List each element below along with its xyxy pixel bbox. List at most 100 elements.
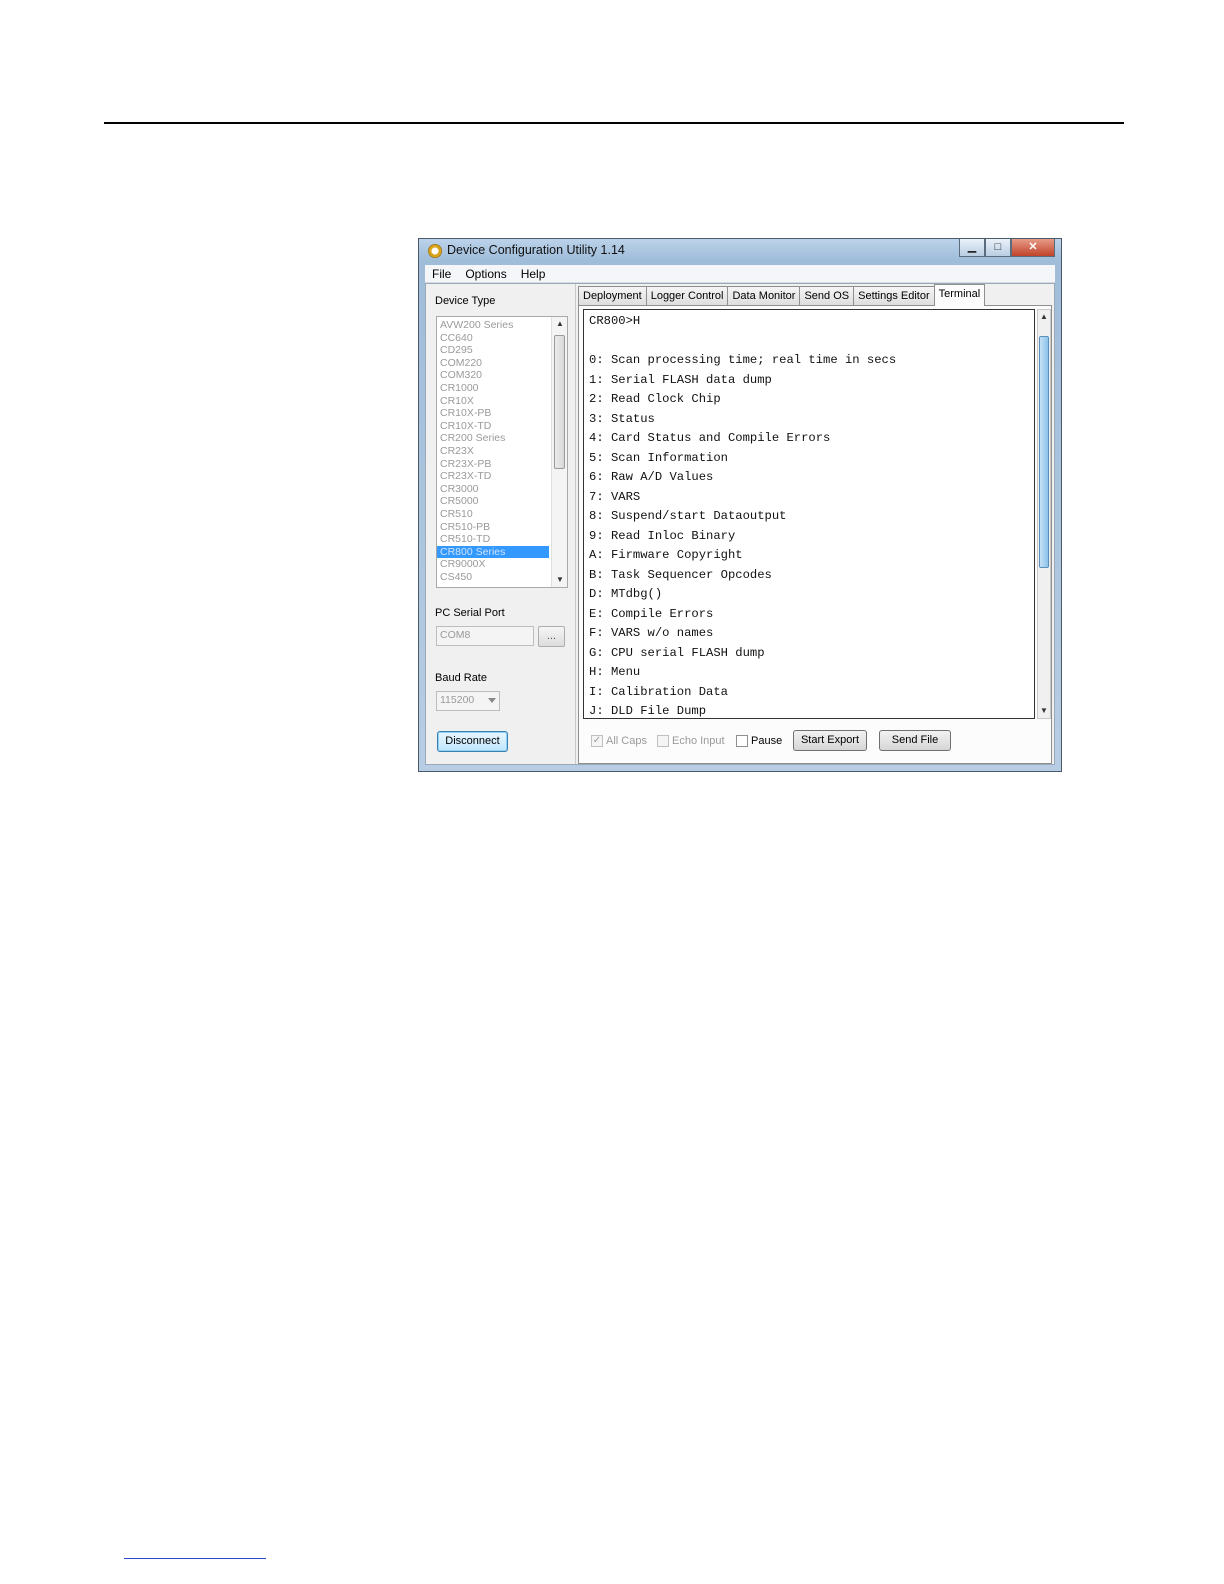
device-panel: Device Type AVW200 Series CC640 CD295 COM22… (426, 284, 576, 764)
scroll-thumb[interactable] (554, 335, 565, 469)
device-list-item[interactable]: CR200 Series (437, 432, 549, 445)
device-list-items: AVW200 Series CC640 CD295 COM220 COM320 CR100… (437, 319, 549, 583)
terminal-line: 3: Status (589, 411, 655, 426)
terminal-line: G: CPU serial FLASH dump (589, 645, 765, 660)
tab-strip: Deployment Logger Control Data Monitor Send… (578, 284, 986, 306)
tab-settings-editor[interactable]: Settings Editor (853, 286, 935, 306)
device-type-list[interactable]: AVW200 Series CC640 CD295 COM220 COM320 CR100… (436, 316, 568, 588)
all-caps-box[interactable]: ✓ (591, 735, 603, 747)
terminal-line: 6: Raw A/D Values (589, 470, 714, 484)
device-list-item[interactable]: CR23X-TD (437, 470, 549, 483)
device-list-item[interactable]: CR1000 (437, 382, 549, 395)
terminal-line: 1: Serial FLASH data dump (589, 372, 772, 387)
device-list-item[interactable]: CR510 (437, 508, 549, 521)
scroll-up-icon[interactable]: ▲ (552, 317, 567, 331)
device-list-item[interactable]: CD295 (437, 344, 549, 357)
baud-rate-label: Baud Rate (435, 672, 487, 684)
maximize-icon[interactable]: □ (985, 239, 1011, 257)
title-bar[interactable]: Device Configuration Utility 1.14 ▁ □ ✕ (419, 239, 1061, 263)
pause-label: Pause (751, 735, 783, 747)
echo-input-label: Echo Input (672, 735, 725, 747)
device-list-item[interactable]: CR10X-TD (437, 420, 549, 433)
device-list-item[interactable]: CR510-TD (437, 533, 549, 546)
menu-bar: File Options Help (425, 265, 1055, 283)
page-header-rule (104, 122, 1124, 124)
device-list-item[interactable]: CR510-PB (437, 521, 549, 534)
device-list-item[interactable]: CR10X-PB (437, 407, 549, 420)
terminal-lines: CR800>H 0: Scan processing time; real tim… (589, 312, 897, 718)
footer-link-underline (124, 1558, 266, 1559)
close-icon[interactable]: ✕ (1011, 239, 1055, 257)
serial-port-field[interactable]: COM8 (436, 626, 534, 646)
device-list-item[interactable]: CR10X (437, 395, 549, 408)
menu-help[interactable]: Help (514, 265, 553, 282)
app-window: Device Configuration Utility 1.14 ▁ □ ✕ … (418, 238, 1062, 772)
tab-deployment[interactable]: Deployment (578, 286, 647, 306)
device-list-item[interactable]: COM320 (437, 369, 549, 382)
device-list-scrollbar[interactable]: ▲ ▼ (551, 317, 567, 587)
terminal-line: CR800>H (589, 314, 641, 328)
app-icon (428, 244, 442, 258)
terminal-output[interactable]: CR800>H 0: Scan processing time; real tim… (583, 309, 1035, 719)
terminal-line: 0: Scan processing time; real time in se… (589, 353, 897, 367)
send-file-button[interactable]: Send File (879, 730, 951, 751)
terminal-options-bar: ✓ All Caps Echo Input Pause Start Export… (587, 730, 1047, 754)
tab-send-os[interactable]: Send OS (799, 286, 855, 306)
pause-checkbox[interactable]: Pause (736, 735, 782, 747)
terminal-line: 2: Read Clock Chip (589, 392, 721, 406)
tab-terminal[interactable]: Terminal (933, 284, 986, 306)
echo-input-box[interactable] (657, 735, 669, 747)
all-caps-checkbox[interactable]: ✓ All Caps (591, 735, 647, 747)
device-list-item[interactable]: CC640 (437, 332, 549, 345)
minimize-icon[interactable]: ▁ (959, 239, 985, 257)
menu-options[interactable]: Options (458, 265, 513, 282)
terminal-line: H: Menu (589, 665, 641, 679)
device-list-item[interactable]: CR23X (437, 445, 549, 458)
terminal-scroll-thumb[interactable] (1039, 336, 1049, 568)
device-list-item[interactable]: CR800 Series (437, 545, 549, 559)
terminal-line: J: DLD File Dump (589, 704, 707, 718)
terminal-scrollbar[interactable]: ▲ ▼ (1037, 309, 1051, 719)
terminal-line: 7: VARS (589, 489, 641, 504)
terminal-line: 9: Read Inloc Binary (589, 528, 736, 543)
pause-box[interactable] (736, 735, 748, 747)
scroll-up-icon[interactable]: ▲ (1038, 310, 1050, 324)
device-type-label: Device Type (435, 295, 496, 307)
device-list-item[interactable]: CS450 (437, 571, 549, 584)
baud-rate-select[interactable]: 115200 (436, 691, 500, 711)
terminal-line: B: Task Sequencer Opcodes (589, 567, 772, 582)
terminal-line: E: Compile Errors (589, 606, 714, 621)
tab-data-monitor[interactable]: Data Monitor (727, 286, 801, 306)
terminal-line: 5: Scan Information (589, 450, 728, 465)
browse-port-button[interactable]: ... (538, 626, 565, 647)
tab-logger-control[interactable]: Logger Control (645, 286, 729, 306)
tab-panel: Deployment Logger Control Data Monitor Send… (576, 284, 1054, 764)
echo-input-checkbox[interactable]: Echo Input (657, 735, 725, 747)
baud-rate-value: 115200 (440, 694, 475, 706)
device-list-item[interactable]: COM220 (437, 357, 549, 370)
terminal-line: 8: Suspend/start Dataoutput (589, 509, 787, 523)
terminal-tab-body: CR800>H 0: Scan processing time; real tim… (578, 305, 1052, 764)
scroll-down-icon[interactable]: ▼ (552, 573, 567, 587)
terminal-line: D: MTdbg() (589, 587, 663, 601)
menu-file[interactable]: File (425, 265, 458, 282)
terminal-line: 4: Card Status and Compile Errors (589, 431, 831, 445)
terminal-line: I: Calibration Data (589, 684, 728, 699)
device-list-item[interactable]: CR9000X (437, 558, 549, 571)
chevron-down-icon (488, 698, 496, 703)
scroll-down-icon[interactable]: ▼ (1038, 704, 1050, 718)
device-list-item[interactable]: AVW200 Series (437, 319, 549, 332)
terminal-line: F: VARS w/o names (589, 626, 714, 640)
start-export-button[interactable]: Start Export (793, 730, 867, 751)
window-controls: ▁ □ ✕ (959, 239, 1055, 257)
disconnect-button[interactable]: Disconnect (437, 731, 508, 752)
all-caps-label: All Caps (606, 735, 647, 747)
client-area: Device Type AVW200 Series CC640 CD295 COM22… (425, 283, 1055, 765)
pc-serial-port-label: PC Serial Port (435, 607, 505, 619)
device-list-item[interactable]: CR3000 (437, 483, 549, 496)
terminal-line: A: Firmware Copyright (589, 548, 743, 562)
window-title: Device Configuration Utility 1.14 (447, 243, 625, 257)
device-list-item[interactable]: CR5000 (437, 495, 549, 508)
device-list-item[interactable]: CR23X-PB (437, 458, 549, 471)
